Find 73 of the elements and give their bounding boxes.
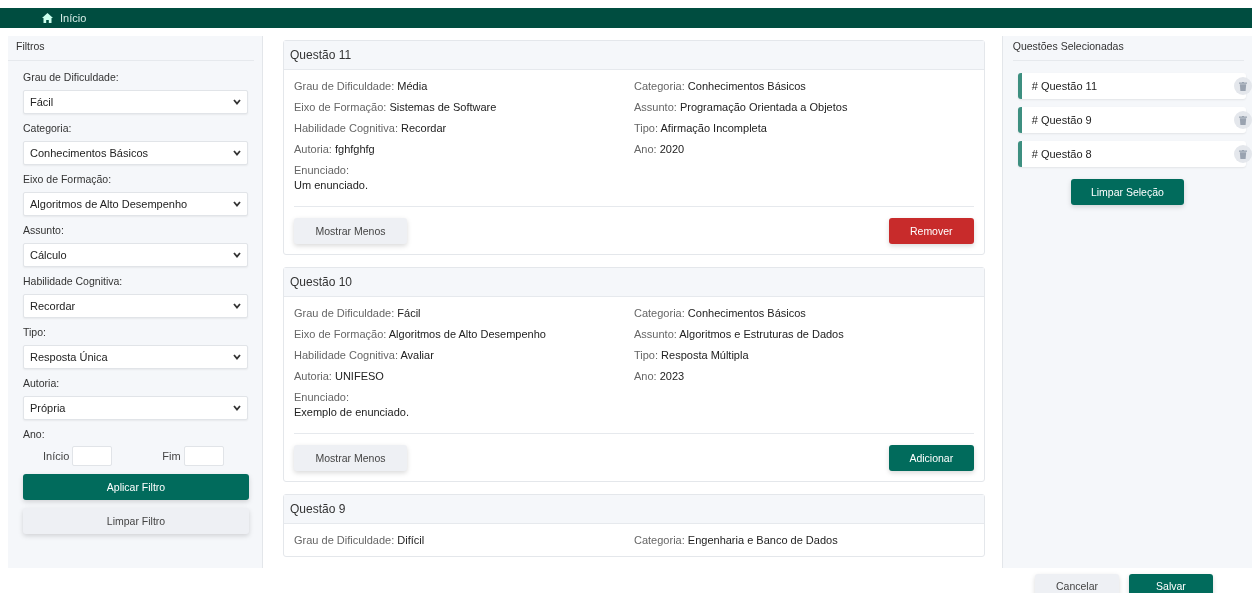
chevron-icon — [233, 99, 241, 105]
field-label: Autoria: — [23, 377, 61, 389]
card-title: Questão 11 — [284, 41, 984, 70]
delete-button[interactable] — [1234, 111, 1252, 129]
remove-button[interactable]: Remover — [888, 218, 974, 244]
item-label: # Questão 8 — [1031, 148, 1092, 160]
clear-selection-button[interactable]: Limpar Seleção — [1070, 179, 1184, 205]
statement-text: Exemplo de enunciado. — [294, 406, 410, 418]
field-text: Categoria: Conhecimentos Básicos — [634, 80, 807, 92]
chevron-icon — [233, 150, 241, 156]
panel-title: Filtros — [8, 36, 254, 61]
field-label: Enunciado: — [294, 391, 351, 403]
cancel-button[interactable]: Cancelar — [1035, 574, 1119, 593]
select-field[interactable]: Fácil — [23, 90, 248, 114]
chevron-icon — [233, 201, 241, 207]
item-label: # Questão 9 — [1031, 114, 1092, 126]
field-label: Assunto: — [23, 224, 65, 236]
field-label: Tipo: — [23, 326, 47, 338]
delete-button[interactable] — [1234, 145, 1252, 163]
chevron-icon — [233, 354, 241, 360]
field-text: Grau de Dificuldade: Difícil — [294, 534, 426, 546]
show-less-button[interactable]: Mostrar Menos — [294, 218, 407, 244]
chevron-icon — [233, 303, 241, 309]
select-field[interactable]: Algoritmos de Alto Desempenho — [23, 192, 248, 216]
field-label: Início — [43, 450, 70, 462]
field-label: Categoria: — [23, 122, 73, 134]
chevron-icon — [233, 405, 241, 411]
field-text: Ano: 2023 — [634, 370, 686, 382]
field-text: Tipo: Afirmação Incompleta — [634, 122, 768, 134]
home-icon — [42, 13, 53, 23]
select-field[interactable]: Conhecimentos Básicos — [23, 141, 248, 165]
trash-icon — [1239, 81, 1247, 91]
trash-icon — [1239, 149, 1247, 159]
panel-title: Questões Selecionadas — [1012, 36, 1244, 61]
field-text: Tipo: Resposta Múltipla — [634, 349, 750, 361]
field-text: Autoria: UNIFESO — [294, 370, 385, 382]
select-field[interactable]: Cálculo — [23, 243, 248, 267]
field-text: Habilidade Cognitiva: Avaliar — [294, 349, 435, 361]
statement-text: Um enunciado. — [294, 179, 369, 191]
select-field[interactable]: Resposta Única — [23, 345, 248, 369]
home-link[interactable]: Início — [42, 12, 87, 24]
field-text: Autoria: fghfghfg — [294, 143, 376, 155]
field-label: Habilidade Cognitiva: — [23, 275, 124, 287]
card-title: Questão 10 — [284, 268, 984, 297]
clear-filter-button[interactable]: Limpar Filtro — [23, 508, 249, 534]
field-label: Grau de Dificuldade: — [23, 71, 120, 83]
field-text: Categoria: Engenharia e Banco de Dados — [634, 534, 839, 546]
field-text: Eixo de Formação: Sistemas de Software — [294, 101, 498, 113]
item-label: # Questão 11 — [1031, 80, 1097, 92]
field-text: Categoria: Conhecimentos Básicos — [634, 307, 807, 319]
field-text: Grau de Dificuldade: Média — [294, 80, 429, 92]
trash-icon — [1239, 115, 1247, 125]
add-button[interactable]: Adicionar — [888, 445, 974, 471]
input-field[interactable] — [72, 446, 113, 466]
show-less-button[interactable]: Mostrar Menos — [294, 445, 407, 471]
field-text: Grau de Dificuldade: Fácil — [294, 307, 422, 319]
field-label: Ano: — [23, 428, 46, 440]
card-title: Questão 9 — [284, 495, 984, 524]
field-text: Ano: 2020 — [634, 143, 686, 155]
chevron-icon — [233, 252, 241, 258]
input-field[interactable] — [183, 446, 224, 466]
save-button[interactable]: Salvar — [1129, 574, 1213, 593]
select-field[interactable]: Própria — [23, 396, 248, 420]
field-text: Eixo de Formação: Algoritmos de Alto Desempenho — [294, 328, 547, 340]
field-label: Eixo de Formação: — [23, 173, 113, 185]
field-text: Habilidade Cognitiva: Recordar — [294, 122, 448, 134]
field-text: Assunto: Programação Orientada a Objetos — [634, 101, 849, 113]
field-text: Assunto: Algoritmos e Estruturas de Dados — [634, 328, 845, 340]
field-label: Fim — [162, 450, 181, 462]
field-label: Enunciado: — [294, 164, 351, 176]
delete-button[interactable] — [1234, 77, 1252, 95]
apply-filter-button[interactable]: Aplicar Filtro — [23, 474, 249, 500]
select-field[interactable]: Recordar — [23, 294, 248, 318]
